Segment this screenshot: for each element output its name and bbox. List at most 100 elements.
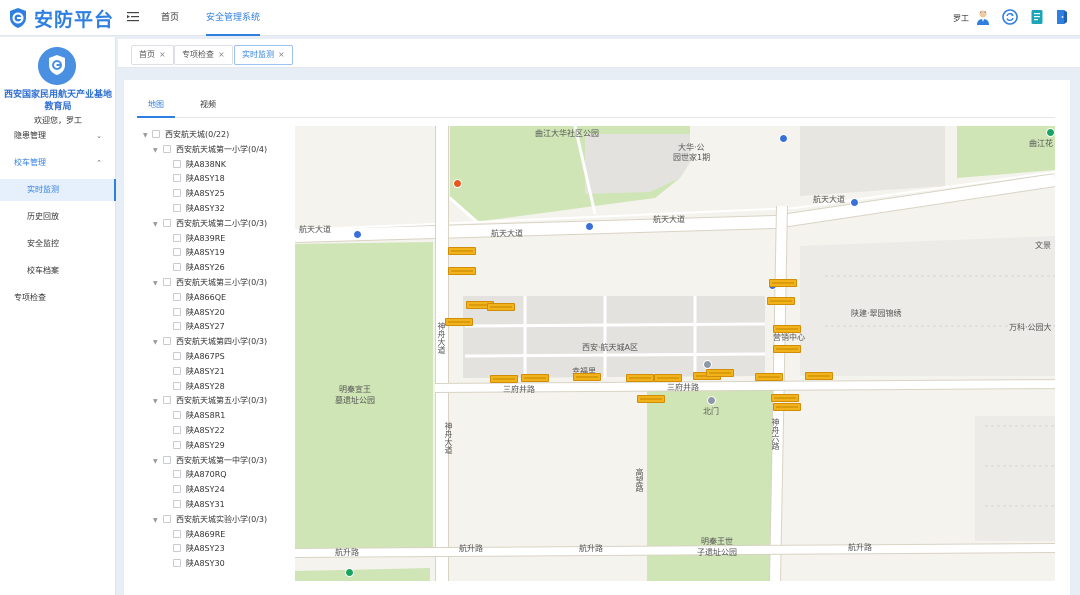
tree-checkbox[interactable]: [173, 204, 181, 212]
tree-group[interactable]: 西安航天城第一小学(0/4): [163, 143, 267, 157]
tree-checkbox[interactable]: [163, 278, 171, 286]
tree-checkbox[interactable]: [173, 485, 181, 494]
tree-checkbox[interactable]: [173, 307, 181, 316]
tree-group[interactable]: 西安航天城第四小学(0/3): [163, 335, 267, 349]
tree-group[interactable]: 西安航天城第三小学(0/3): [163, 276, 267, 290]
bus-marker[interactable]: [769, 279, 797, 287]
map-poi[interactable]: [707, 396, 716, 405]
caret-down-icon[interactable]: ▼: [153, 280, 158, 287]
refresh-icon[interactable]: [1002, 9, 1018, 25]
bus-marker[interactable]: [448, 247, 476, 255]
bus-marker[interactable]: [521, 374, 549, 382]
caret-down-icon[interactable]: ▼: [153, 221, 158, 228]
bus-marker[interactable]: [448, 267, 476, 275]
tree-vehicle[interactable]: 陕A8SY27: [173, 320, 225, 334]
tree-vehicle[interactable]: 陕A8SY28: [173, 380, 225, 394]
tab-video[interactable]: 视频: [200, 99, 216, 113]
tree-vehicle[interactable]: 陕A8SY23: [173, 542, 225, 556]
tab-realtime[interactable]: 实时监测 ×: [234, 45, 293, 65]
bus-marker[interactable]: [490, 375, 518, 383]
close-icon[interactable]: ×: [218, 50, 225, 59]
tree-vehicle[interactable]: 陕A869RE: [173, 528, 225, 542]
caret-down-icon[interactable]: ▼: [153, 517, 158, 524]
tree-checkbox[interactable]: [163, 218, 171, 227]
map-poi[interactable]: [779, 134, 788, 143]
tree-checkbox[interactable]: [173, 248, 181, 257]
tree-checkbox[interactable]: [152, 130, 160, 138]
tree-checkbox[interactable]: [173, 426, 181, 434]
app-logo[interactable]: 安防平台: [8, 6, 114, 31]
sidebar-item-history[interactable]: 历史回放: [0, 206, 116, 228]
sidebar-item-special-check[interactable]: 专项检查: [0, 287, 116, 309]
sidebar-item-bus-archive[interactable]: 校车档案: [0, 260, 116, 282]
bus-marker[interactable]: [654, 374, 682, 382]
tree-checkbox[interactable]: [173, 411, 181, 420]
tree-checkbox[interactable]: [173, 263, 181, 272]
tree-checkbox[interactable]: [173, 544, 181, 553]
tree-checkbox[interactable]: [173, 233, 181, 242]
tree-checkbox[interactable]: [173, 174, 181, 183]
caret-down-icon[interactable]: ▼: [153, 147, 158, 154]
tree-vehicle[interactable]: 陕A8SY30: [173, 557, 225, 571]
tree-root[interactable]: 西安航天城(0/22): [152, 128, 229, 142]
caret-down-icon[interactable]: ▼: [153, 458, 158, 465]
close-icon[interactable]: ×: [278, 50, 285, 59]
tree-vehicle[interactable]: 陕A838NK: [173, 158, 226, 172]
tree-checkbox[interactable]: [173, 322, 181, 331]
tree-checkbox[interactable]: [163, 455, 171, 464]
bus-marker[interactable]: [771, 394, 799, 402]
sidebar-item-hazard[interactable]: 隐患管理 ⌄: [0, 125, 116, 147]
sidebar-item-realtime[interactable]: 实时监测: [0, 179, 116, 201]
tree-vehicle[interactable]: 陕A839RE: [173, 232, 225, 246]
tab-special-check[interactable]: 专项检查 ×: [174, 45, 233, 65]
bus-marker[interactable]: [637, 395, 665, 403]
tree-vehicle[interactable]: 陕A8SY18: [173, 172, 225, 186]
close-icon[interactable]: ×: [159, 50, 166, 59]
tree-vehicle[interactable]: 陕A8SY26: [173, 261, 225, 275]
nav-safety-system[interactable]: 安全管理系统: [206, 0, 261, 36]
tree-group[interactable]: 西安航天城实验小学(0/3): [163, 513, 267, 527]
tree-group[interactable]: 西安航天城第五小学(0/3): [163, 394, 267, 408]
document-icon[interactable]: [1029, 9, 1045, 25]
tree-vehicle[interactable]: 陕A8SY31: [173, 498, 225, 512]
map-poi[interactable]: [345, 568, 354, 577]
tree-vehicle[interactable]: 陕A8SY21: [173, 365, 225, 379]
bus-marker[interactable]: [773, 403, 801, 411]
bus-marker[interactable]: [755, 373, 783, 381]
caret-down-icon[interactable]: ▼: [143, 132, 148, 139]
map-poi[interactable]: [453, 179, 462, 188]
tree-vehicle[interactable]: 陕A8SY22: [173, 424, 225, 438]
tree-vehicle[interactable]: 陕A8SY29: [173, 439, 225, 453]
tree-checkbox[interactable]: [173, 292, 181, 301]
tree-checkbox[interactable]: [163, 337, 171, 346]
tree-group[interactable]: 西安航天城第二小学(0/3): [163, 217, 267, 231]
nav-home[interactable]: 首页: [161, 0, 179, 36]
tree-group[interactable]: 西安航天城第一中学(0/3): [163, 454, 267, 468]
tree-vehicle[interactable]: 陕A866QE: [173, 291, 226, 305]
tab-home[interactable]: 首页 ×: [131, 45, 174, 65]
map-poi[interactable]: [353, 230, 362, 239]
bus-marker[interactable]: [767, 297, 795, 305]
tree-vehicle[interactable]: 陕A8SY20: [173, 306, 225, 320]
caret-down-icon[interactable]: ▼: [153, 398, 158, 405]
tab-map[interactable]: 地图: [148, 99, 164, 113]
tree-checkbox[interactable]: [173, 470, 181, 479]
menu-collapse-icon[interactable]: [127, 11, 139, 23]
bus-marker[interactable]: [773, 325, 801, 333]
tree-vehicle[interactable]: 陕A8SY19: [173, 246, 225, 260]
bus-marker[interactable]: [487, 303, 515, 311]
tree-vehicle[interactable]: 陕A8SY32: [173, 202, 225, 216]
bus-marker[interactable]: [773, 345, 801, 353]
bus-marker[interactable]: [573, 373, 601, 381]
tree-checkbox[interactable]: [173, 381, 181, 390]
tree-checkbox[interactable]: [163, 144, 171, 153]
tree-vehicle[interactable]: 陕A8S8R1: [173, 409, 225, 423]
bus-marker[interactable]: [445, 318, 473, 326]
tree-checkbox[interactable]: [163, 396, 171, 405]
map-poi[interactable]: [703, 360, 712, 369]
bus-marker[interactable]: [805, 372, 833, 380]
tree-checkbox[interactable]: [173, 529, 181, 538]
caret-down-icon[interactable]: ▼: [153, 339, 158, 346]
map-poi[interactable]: [585, 222, 594, 231]
map-poi[interactable]: [1046, 128, 1055, 137]
